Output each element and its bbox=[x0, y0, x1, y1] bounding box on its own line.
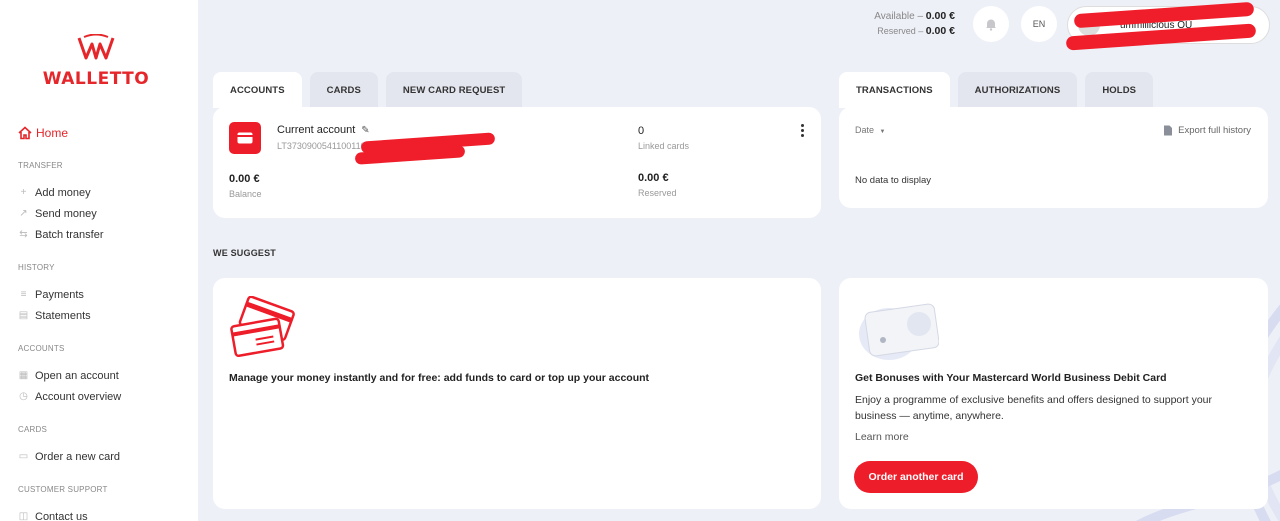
date-filter-label: Date bbox=[855, 125, 875, 135]
sidebar-item-label: Send money bbox=[35, 207, 97, 220]
reserved-value: 0.00 € bbox=[925, 25, 955, 37]
linked-cards-count: 0 bbox=[638, 125, 645, 137]
sidebar-item-label: Add money bbox=[35, 186, 91, 199]
reserved-label: Reserved bbox=[638, 188, 677, 198]
account-icon bbox=[229, 122, 261, 154]
promo-title: Get Bonuses with Your Mastercard World B… bbox=[855, 372, 1167, 384]
available-value: 0.00 € bbox=[925, 10, 955, 22]
sidebar-item-label: Batch transfer bbox=[35, 228, 104, 241]
document-icon bbox=[1164, 125, 1173, 136]
tab-authorizations[interactable]: AUTHORIZATIONS bbox=[957, 72, 1078, 108]
sidebar-item-contact-us[interactable]: ◫ Contact us bbox=[18, 506, 188, 521]
suggest-card-mastercard: Get Bonuses with Your Mastercard World B… bbox=[839, 278, 1268, 509]
sidebar-item-label: Account overview bbox=[35, 390, 122, 403]
bell-icon bbox=[986, 19, 996, 31]
reserved-label: Reserved bbox=[877, 26, 916, 36]
available-label: Available bbox=[874, 11, 915, 22]
sidebar-item-home[interactable]: Home bbox=[18, 124, 188, 142]
sidebar-section-history: HISTORY bbox=[18, 263, 55, 272]
account-name: Current account ✎ bbox=[277, 124, 370, 136]
account-name-text: Current account bbox=[277, 124, 356, 136]
promo-description: Enjoy a programme of exclusive benefits … bbox=[855, 394, 1213, 422]
sidebar-item-statements[interactable]: ▤ Statements bbox=[18, 305, 188, 326]
wallet-icon bbox=[237, 132, 253, 144]
sidebar-item-label: Open an account bbox=[35, 369, 119, 382]
empty-state-text: No data to display bbox=[855, 175, 932, 186]
section-title: WE SUGGEST bbox=[213, 248, 277, 258]
transactions-panel: Date ▼ Export full history No data to di… bbox=[839, 107, 1268, 208]
walletto-logo-icon bbox=[77, 33, 115, 60]
home-icon bbox=[18, 126, 32, 140]
sidebar-item-label: Contact us bbox=[35, 510, 88, 521]
tab-transactions[interactable]: TRANSACTIONS bbox=[839, 72, 950, 108]
learn-more-link[interactable]: Learn more bbox=[855, 431, 909, 443]
walletto-logo[interactable]: WALLETTO bbox=[40, 33, 152, 89]
clock-icon: ◷ bbox=[19, 391, 28, 402]
sidebar-section-support: CUSTOMER SUPPORT bbox=[18, 485, 108, 494]
tab-holds[interactable]: HOLDS bbox=[1085, 72, 1154, 108]
sidebar-nav: Home TRANSFER + Add money ↗ Send money ⇆… bbox=[18, 124, 188, 521]
debit-card-image bbox=[859, 303, 939, 360]
sidebar-item-batch-transfer[interactable]: ⇆ Batch transfer bbox=[18, 224, 188, 245]
sidebar-item-account-overview[interactable]: ◷ Account overview bbox=[18, 386, 188, 407]
open-account-icon: ▦ bbox=[18, 370, 29, 381]
edit-icon[interactable]: ✎ bbox=[361, 125, 369, 136]
payments-icon: ≡ bbox=[20, 289, 27, 300]
order-another-card-button[interactable]: Order another card bbox=[854, 461, 978, 493]
card-icon: ▭ bbox=[18, 451, 29, 462]
sidebar-item-order-card[interactable]: ▭ Order a new card bbox=[18, 446, 188, 467]
account-card[interactable]: Current account ✎ LT37309005411001103 0 … bbox=[213, 107, 821, 218]
sidebar-item-open-account[interactable]: ▦ Open an account bbox=[18, 365, 188, 386]
suggest-card-text: Manage your money instantly and for free… bbox=[229, 372, 650, 384]
export-history-button[interactable]: Export full history bbox=[1163, 125, 1251, 136]
transactions-tabs: TRANSACTIONS AUTHORIZATIONS HOLDS bbox=[839, 72, 1161, 108]
plus-icon: + bbox=[20, 187, 27, 198]
tab-new-card-request[interactable]: NEW CARD REQUEST bbox=[385, 72, 523, 108]
swap-icon: ⇆ bbox=[19, 229, 28, 240]
sidebar: WALLETTO Home TRANSFER + Add money ↗ Sen… bbox=[0, 0, 198, 521]
sidebar-item-label: Home bbox=[36, 126, 69, 140]
document-icon: ▤ bbox=[18, 310, 29, 321]
balance-label: Balance bbox=[229, 189, 262, 199]
linked-cards-label: Linked cards bbox=[638, 141, 690, 151]
header-balance: Available – 0.00 € Reserved – 0.00 € bbox=[874, 10, 955, 37]
sidebar-section-accounts: ACCOUNTS bbox=[18, 344, 65, 353]
language-button[interactable]: EN bbox=[1021, 6, 1057, 42]
suggest-card-add-funds[interactable]: Manage your money instantly and for free… bbox=[213, 278, 821, 509]
sidebar-section-cards: CARDS bbox=[18, 425, 48, 434]
sidebar-item-add-money[interactable]: + Add money bbox=[18, 182, 188, 203]
reserved-value: 0.00 € bbox=[638, 172, 669, 184]
caret-down-icon: ▼ bbox=[879, 129, 886, 135]
balance-value: 0.00 € bbox=[229, 173, 260, 185]
sidebar-section-transfer: TRANSFER bbox=[18, 161, 63, 170]
tab-accounts[interactable]: ACCOUNTS bbox=[213, 72, 302, 108]
credit-cards-icon bbox=[230, 296, 295, 358]
accounts-tabs: ACCOUNTS CARDS NEW CARD REQUEST bbox=[213, 72, 530, 108]
tab-cards[interactable]: CARDS bbox=[309, 72, 378, 108]
date-filter[interactable]: Date ▼ bbox=[855, 125, 885, 135]
more-options-icon[interactable] bbox=[801, 124, 805, 139]
notifications-button[interactable] bbox=[973, 6, 1009, 42]
account-iban: LT37309005411001103 bbox=[277, 141, 371, 151]
sidebar-item-send-money[interactable]: ↗ Send money bbox=[18, 203, 188, 224]
brand-name: WALLETTO bbox=[42, 69, 150, 89]
sidebar-item-payments[interactable]: ≡ Payments bbox=[18, 284, 188, 305]
sidebar-item-label: Payments bbox=[35, 288, 84, 301]
chat-icon: ◫ bbox=[18, 511, 29, 521]
sidebar-item-label: Order a new card bbox=[35, 450, 120, 463]
sidebar-item-label: Statements bbox=[35, 309, 91, 322]
arrow-up-right-icon: ↗ bbox=[19, 208, 28, 219]
export-label: Export full history bbox=[1178, 125, 1251, 136]
